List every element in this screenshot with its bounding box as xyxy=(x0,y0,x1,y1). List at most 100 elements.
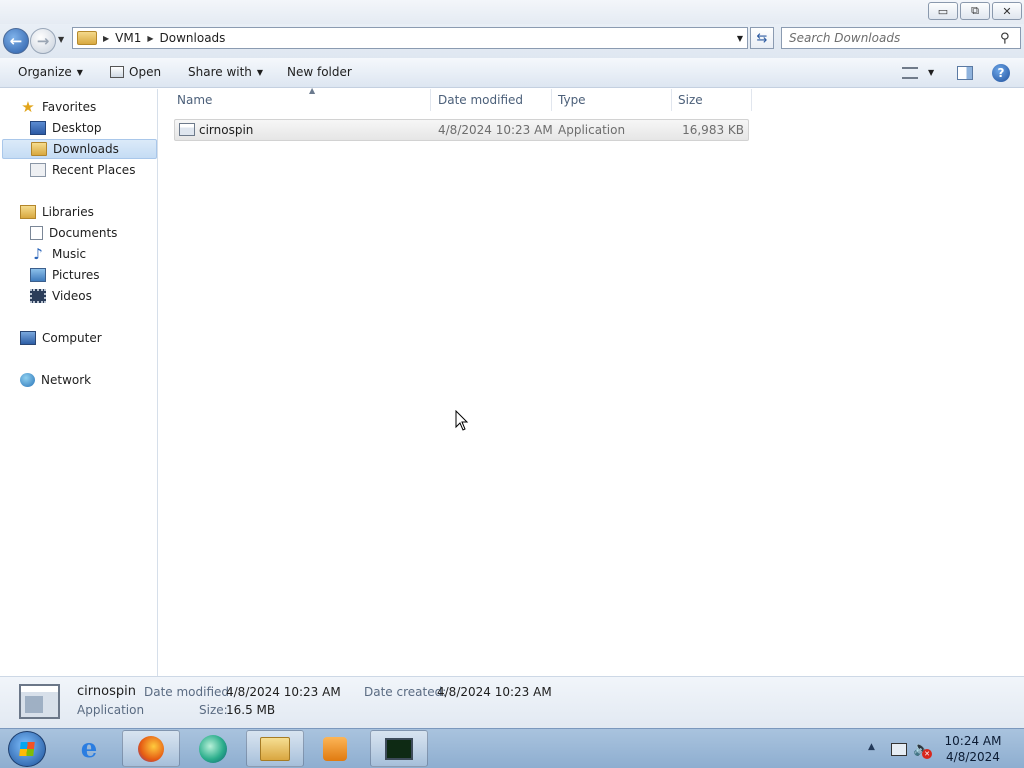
column-header-date-modified[interactable]: Date modified xyxy=(432,89,552,111)
clock-time: 10:24 AM xyxy=(944,734,1002,748)
arrow-left-icon: ← xyxy=(9,32,23,50)
details-date-modified: 4/8/2024 10:23 AM xyxy=(226,685,341,699)
documents-icon xyxy=(30,226,43,240)
mouse-cursor-icon xyxy=(455,410,469,431)
restore-button[interactable]: ⧉ xyxy=(960,2,990,20)
taskbar-internet-explorer[interactable]: e xyxy=(60,730,118,767)
search-icon[interactable]: ⚲ xyxy=(1000,31,1010,46)
details-date-modified-label: Date modified: xyxy=(144,685,234,699)
forward-button[interactable]: → xyxy=(30,28,56,54)
back-button[interactable]: ← xyxy=(3,28,29,54)
nav-favorites-label: Favorites xyxy=(42,100,97,114)
file-name: cirnospin xyxy=(199,123,254,137)
nav-documents-label: Documents xyxy=(49,226,118,240)
breadcrumb-separator-icon[interactable]: ▶ xyxy=(147,34,153,43)
chevron-down-icon: ▼ xyxy=(256,67,264,77)
nav-downloads[interactable]: Downloads xyxy=(2,139,157,159)
nav-downloads-label: Downloads xyxy=(53,142,119,156)
nav-computer-label: Computer xyxy=(42,331,102,345)
file-list-view[interactable]: Name ▲ Date modified Type Size cirnospin… xyxy=(159,86,1024,676)
details-pane: cirnospin Application Date modified: 4/8… xyxy=(0,676,1024,728)
address-bar[interactable]: ▶ VM1 ▶ Downloads ▼ xyxy=(72,27,748,49)
nav-computer[interactable]: Computer xyxy=(20,328,102,348)
windows-explorer-icon xyxy=(260,736,290,761)
refresh-button[interactable]: ⇆ xyxy=(750,27,774,49)
nav-recent-places-label: Recent Places xyxy=(52,163,136,177)
start-button[interactable] xyxy=(8,731,46,767)
application-icon xyxy=(179,123,195,136)
star-icon: ★ xyxy=(21,98,35,116)
system-clock[interactable]: 10:24 AM 4/8/2024 xyxy=(938,733,1008,765)
column-header-name[interactable]: Name ▲ xyxy=(171,86,431,111)
new-folder-button[interactable]: New folder xyxy=(287,65,352,79)
desktop-icon xyxy=(30,121,46,135)
details-size: 16.5 MB xyxy=(226,703,276,717)
change-view-icon[interactable] xyxy=(902,67,918,79)
recent-pages-dropdown[interactable]: ▼ xyxy=(58,35,64,44)
downloads-folder-icon xyxy=(31,142,47,156)
navigation-pane: ★ Favorites Desktop Downloads Recent Pla… xyxy=(0,89,158,676)
mute-icon: ✕ xyxy=(922,749,932,759)
close-button[interactable]: ✕ xyxy=(992,2,1022,20)
file-type: Application xyxy=(558,123,626,137)
search-box[interactable]: ⚲ xyxy=(781,27,1021,49)
view-dropdown-icon[interactable]: ▼ xyxy=(928,68,934,77)
firefox-icon xyxy=(138,735,164,762)
help-icon[interactable]: ? xyxy=(992,64,1010,82)
taskbar-task-manager[interactable] xyxy=(370,730,428,767)
nav-libraries-label: Libraries xyxy=(42,205,94,219)
column-header-type[interactable]: Type xyxy=(552,89,672,111)
clock-date: 4/8/2024 xyxy=(946,750,1000,764)
task-manager-icon xyxy=(385,737,413,760)
file-row[interactable]: cirnospin 4/8/2024 10:23 AM Application … xyxy=(174,119,749,141)
nav-libraries[interactable]: Libraries xyxy=(20,202,94,222)
nav-pictures-label: Pictures xyxy=(52,268,100,282)
network-tray-icon[interactable] xyxy=(891,743,907,756)
show-hidden-icons-icon[interactable]: ▲ xyxy=(868,742,875,752)
taskbar-edge[interactable] xyxy=(184,730,242,767)
nav-music[interactable]: ♪ Music xyxy=(30,244,86,264)
details-file-type: Application xyxy=(77,703,145,717)
nav-videos[interactable]: Videos xyxy=(30,286,92,306)
column-header-size[interactable]: Size xyxy=(672,89,752,111)
organize-label: Organize xyxy=(18,65,72,79)
window-controls: ▭ ⧉ ✕ xyxy=(928,2,1022,20)
column-type-label: Type xyxy=(558,93,586,107)
preview-pane-icon[interactable] xyxy=(957,66,973,80)
details-date-created: 4/8/2024 10:23 AM xyxy=(437,685,552,699)
file-size: 16,983 KB xyxy=(682,123,744,137)
share-with-button[interactable]: Share with ▼ xyxy=(188,65,263,79)
taskbar-firefox[interactable] xyxy=(122,730,180,767)
nav-network[interactable]: Network xyxy=(20,370,91,390)
folder-icon xyxy=(77,31,97,45)
breadcrumb-downloads[interactable]: Downloads xyxy=(160,31,226,45)
nav-favorites[interactable]: ★ Favorites xyxy=(20,97,96,117)
pictures-icon xyxy=(30,268,46,282)
nav-videos-label: Videos xyxy=(52,289,92,303)
taskbar: e ▲ 🔈 ✕ 10:24 AM 4/8/2024 xyxy=(0,728,1024,768)
address-dropdown-icon[interactable]: ▼ xyxy=(737,34,743,43)
breadcrumb-vm1[interactable]: VM1 xyxy=(115,31,141,45)
minimize-button[interactable]: ▭ xyxy=(928,2,958,20)
command-bar: Organize ▼ Open Share with ▼ New folder … xyxy=(0,58,1024,88)
taskbar-media-player[interactable] xyxy=(306,730,364,767)
address-row: ← → ▼ ▶ VM1 ▶ Downloads ▼ ⇆ ⚲ xyxy=(0,24,1024,58)
computer-icon xyxy=(20,331,36,345)
breadcrumb-separator-icon[interactable]: ▶ xyxy=(103,34,109,43)
arrow-right-icon: → xyxy=(36,32,50,50)
search-input[interactable] xyxy=(789,31,994,45)
nav-pictures[interactable]: Pictures xyxy=(30,265,100,285)
open-icon xyxy=(110,66,124,78)
nav-recent-places[interactable]: Recent Places xyxy=(30,160,135,180)
details-file-name: cirnospin xyxy=(77,684,136,699)
libraries-icon xyxy=(20,205,36,219)
taskbar-windows-explorer[interactable] xyxy=(246,730,304,767)
nav-network-label: Network xyxy=(41,373,92,387)
nav-desktop[interactable]: Desktop xyxy=(30,118,102,138)
organize-button[interactable]: Organize ▼ xyxy=(18,65,83,79)
videos-icon xyxy=(30,289,46,303)
file-date-modified: 4/8/2024 10:23 AM xyxy=(438,123,553,137)
open-button[interactable]: Open xyxy=(110,65,161,79)
nav-documents[interactable]: Documents xyxy=(30,223,117,243)
file-thumbnail-icon xyxy=(19,684,60,719)
